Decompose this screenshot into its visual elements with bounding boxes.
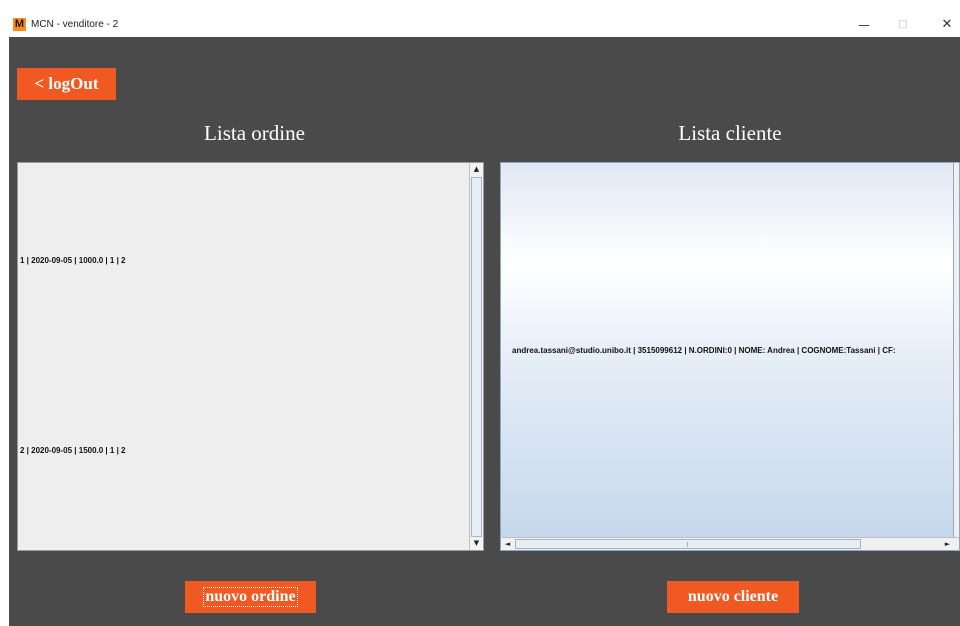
clients-vertical-scrollbar[interactable] xyxy=(953,163,959,538)
clients-heading: Lista cliente xyxy=(678,121,782,145)
clients-list[interactable]: andrea.tassani@studio.unibo.it | 3515099… xyxy=(500,162,960,551)
close-button[interactable]: ✕ xyxy=(932,16,960,34)
window-title: MCN - venditore - 2 xyxy=(31,19,119,30)
scroll-right-arrow-icon[interactable]: ► xyxy=(941,538,954,550)
main-panel: < logOut Lista ordine Lista cliente 1 | … xyxy=(9,37,960,626)
title-bar: M MCN - venditore - 2 — □ ✕ xyxy=(9,13,960,37)
new-order-label: nuovo ordine xyxy=(203,587,298,607)
orders-heading: Lista ordine xyxy=(204,121,305,145)
orders-vertical-scrollbar[interactable]: ▲ ▼ xyxy=(469,163,483,550)
scroll-thumb[interactable] xyxy=(471,177,482,537)
app-logo-icon: M xyxy=(13,18,26,31)
scroll-down-arrow-icon[interactable]: ▼ xyxy=(470,537,483,550)
minimize-button[interactable]: — xyxy=(849,16,879,34)
horizontal-scroll-thumb[interactable] xyxy=(515,539,861,549)
logout-button[interactable]: < logOut xyxy=(17,68,116,100)
maximize-button[interactable]: □ xyxy=(888,16,918,34)
clients-horizontal-scrollbar[interactable]: ◄ ► xyxy=(501,537,959,550)
scroll-left-arrow-icon[interactable]: ◄ xyxy=(501,538,514,550)
new-client-button[interactable]: nuovo cliente xyxy=(667,581,799,613)
order-list-item[interactable]: 1 | 2020-09-05 | 1000.0 | 1 | 2 xyxy=(20,256,125,266)
order-list-item[interactable]: 2 | 2020-09-05 | 1500.0 | 1 | 2 xyxy=(20,446,125,456)
orders-list[interactable]: 1 | 2020-09-05 | 1000.0 | 1 | 2 2 | 2020… xyxy=(17,162,484,551)
new-order-button[interactable]: nuovo ordine xyxy=(185,581,316,613)
scroll-grip xyxy=(687,542,688,547)
app-window: M MCN - venditore - 2 — □ ✕ < logOut Lis… xyxy=(9,13,960,626)
client-list-item[interactable]: andrea.tassani@studio.unibo.it | 3515099… xyxy=(512,346,896,356)
scroll-up-arrow-icon[interactable]: ▲ xyxy=(470,163,483,176)
